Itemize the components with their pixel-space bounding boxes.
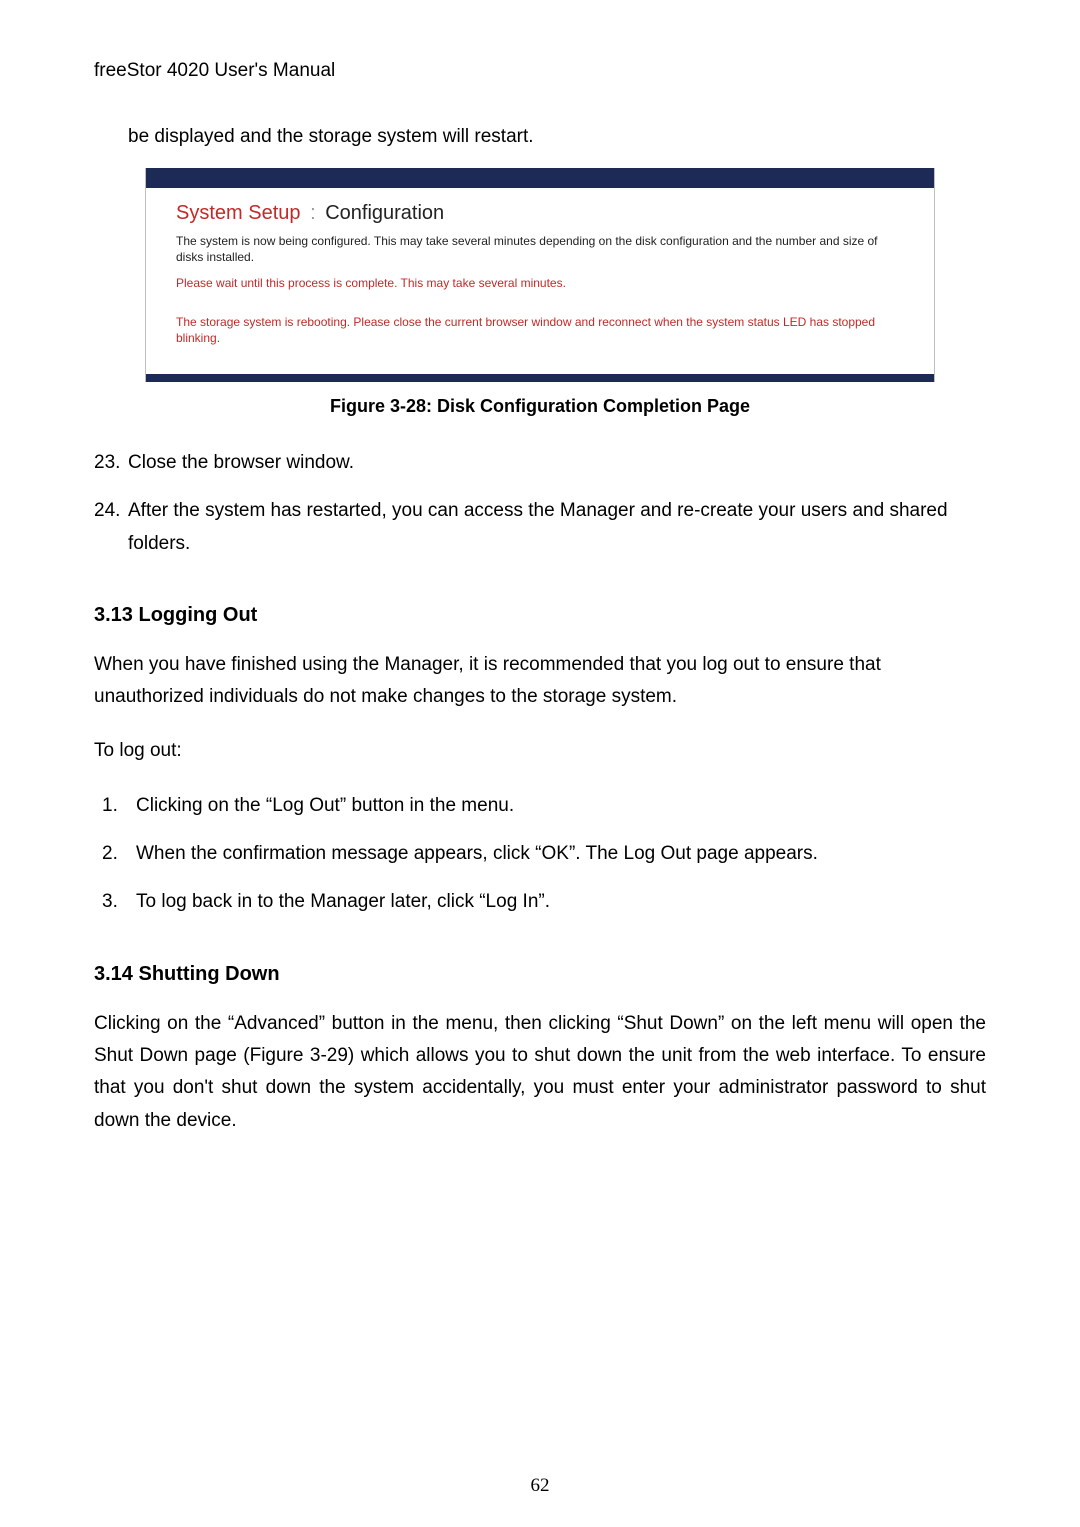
step-text: To log back in to the Manager later, cli… bbox=[136, 886, 986, 918]
manual-title: freeStor 4020 User's Manual bbox=[94, 60, 986, 82]
figure-title-red: System Setup bbox=[176, 202, 301, 224]
logout-paragraph-2: To log out: bbox=[94, 735, 986, 767]
shutdown-paragraph-1: Clicking on the “Advanced” button in the… bbox=[94, 1008, 986, 1137]
figure-line-3: The storage system is rebooting. Please … bbox=[176, 314, 904, 346]
step-number: 24. bbox=[94, 495, 128, 560]
figure-screenshot: System Setup : Configuration The system … bbox=[145, 168, 935, 382]
logout-step-1: 1. Clicking on the “Log Out” button in t… bbox=[94, 790, 986, 822]
figure-bottom-bar bbox=[146, 374, 934, 382]
step-number: 1. bbox=[94, 790, 136, 822]
page-number: 62 bbox=[0, 1475, 1080, 1497]
section-heading-logout: 3.13 Logging Out bbox=[94, 604, 986, 627]
figure-line-1: The system is now being configured. This… bbox=[176, 233, 904, 265]
continued-sentence: be displayed and the storage system will… bbox=[128, 126, 986, 148]
figure-title: System Setup : Configuration bbox=[176, 202, 904, 225]
figure-content: System Setup : Configuration The system … bbox=[146, 188, 934, 374]
figure-top-bar bbox=[146, 168, 934, 188]
step-text: When the confirmation message appears, c… bbox=[136, 838, 986, 870]
logout-step-2: 2. When the confirmation message appears… bbox=[94, 838, 986, 870]
figure-title-black: Configuration bbox=[325, 202, 444, 224]
step-24: 24. After the system has restarted, you … bbox=[94, 495, 986, 560]
logout-paragraph-1: When you have finished using the Manager… bbox=[94, 649, 986, 714]
logout-step-3: 3. To log back in to the Manager later, … bbox=[94, 886, 986, 918]
step-number: 2. bbox=[94, 838, 136, 870]
section-heading-shutdown: 3.14 Shutting Down bbox=[94, 963, 986, 986]
figure-line-2: Please wait until this process is comple… bbox=[176, 275, 904, 291]
figure-title-separator: : bbox=[310, 202, 316, 224]
step-text: Clicking on the “Log Out” button in the … bbox=[136, 790, 986, 822]
step-text: Close the browser window. bbox=[128, 447, 986, 479]
document-page: freeStor 4020 User's Manual be displayed… bbox=[0, 0, 1080, 1527]
step-number: 3. bbox=[94, 886, 136, 918]
step-23: 23. Close the browser window. bbox=[94, 447, 986, 479]
step-text: After the system has restarted, you can … bbox=[128, 495, 986, 560]
step-number: 23. bbox=[94, 447, 128, 479]
figure-caption: Figure 3-28: Disk Configuration Completi… bbox=[94, 396, 986, 417]
